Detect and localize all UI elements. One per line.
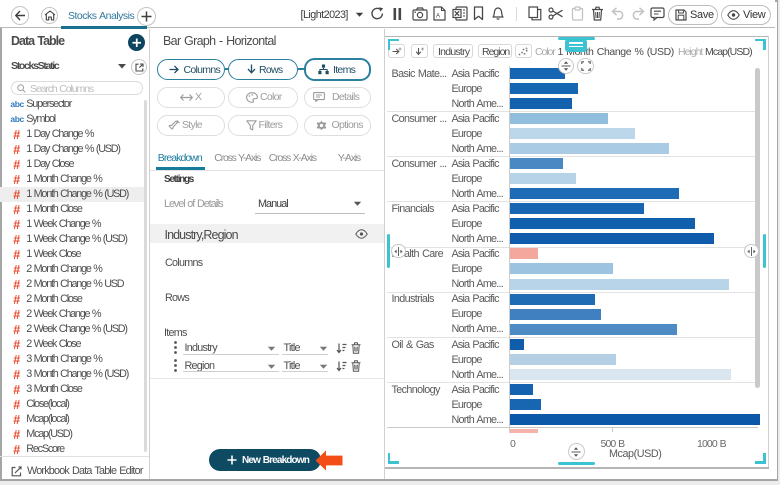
svg-text:A: A (436, 14, 440, 20)
